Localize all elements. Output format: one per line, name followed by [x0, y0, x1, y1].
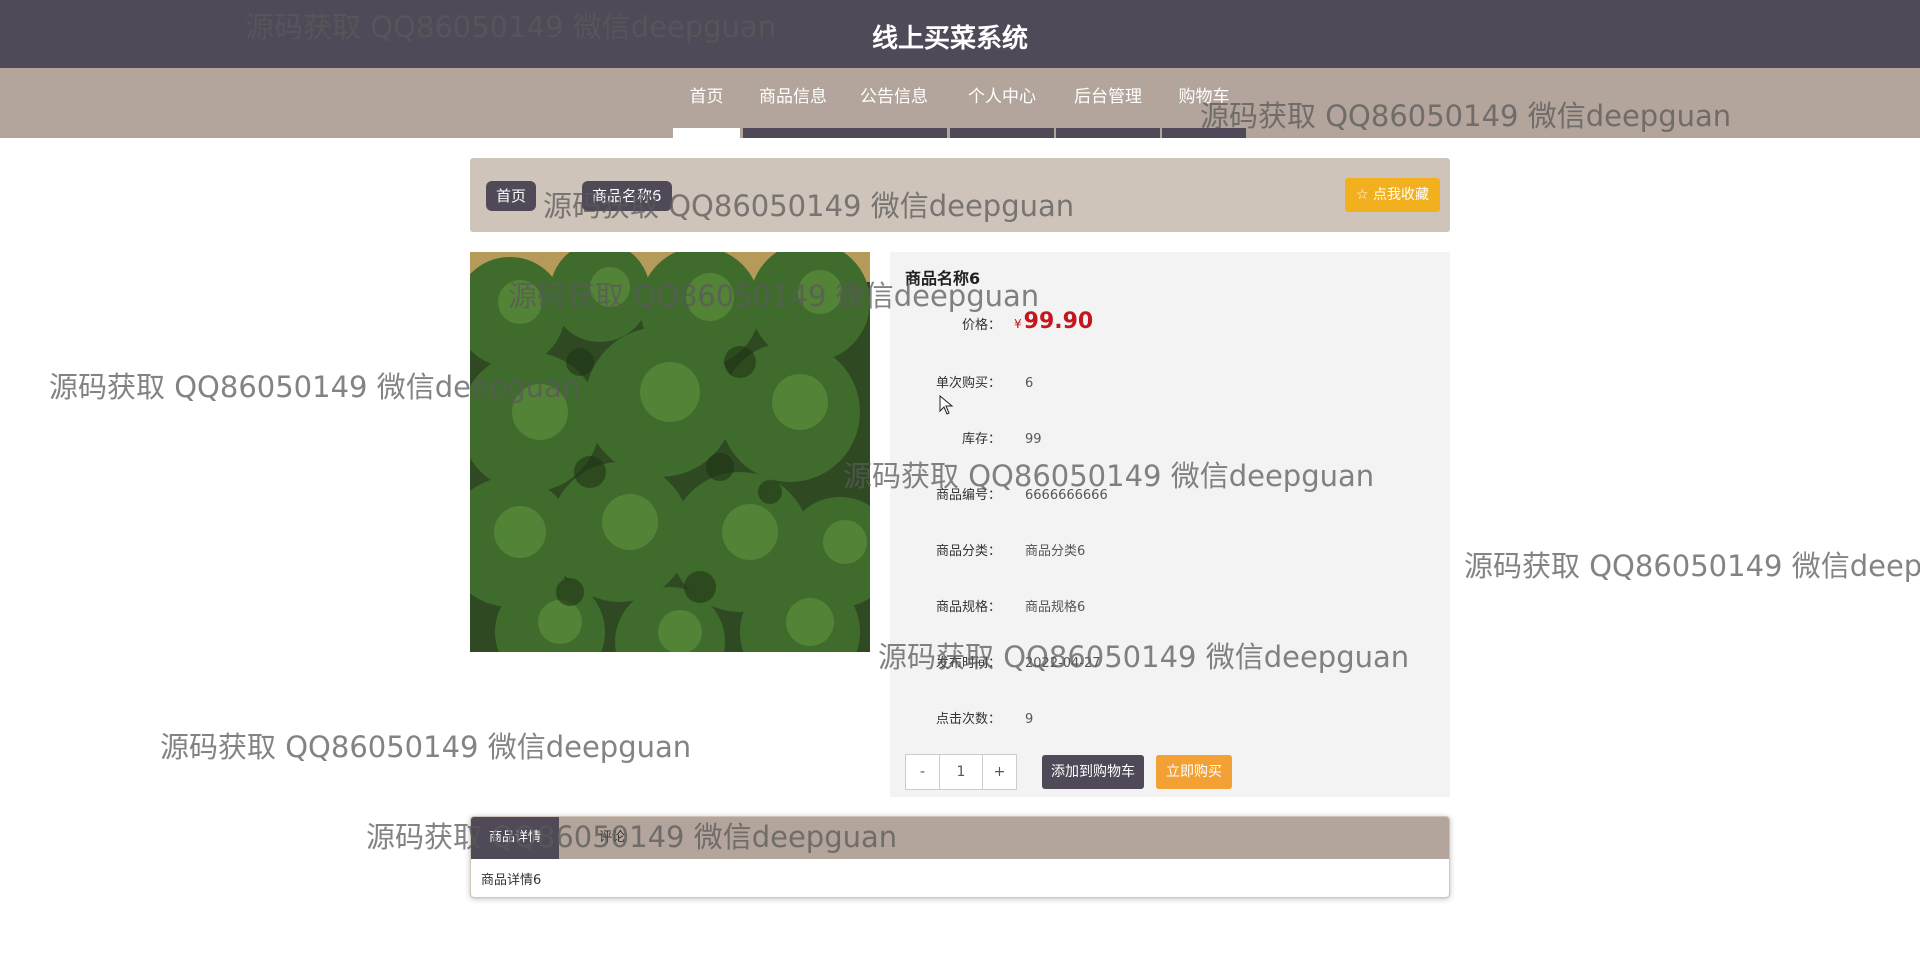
nav-item-label: 商品信息 — [759, 87, 827, 107]
site-title: 线上买菜系统 — [871, 24, 1028, 54]
breadcrumb-home[interactable]: 首页 — [486, 181, 537, 211]
watermark: 源码获取 QQ86050149 微信deepguan — [1464, 549, 1920, 583]
price-row: 价格： ¥99.90 — [890, 310, 1450, 338]
nav-item-label: 个人中心 — [968, 87, 1036, 107]
buy-now-button[interactable]: 立即购买 — [1156, 755, 1232, 789]
field-value: 6 — [1025, 376, 1034, 391]
field-label: 库存： — [961, 432, 1001, 447]
nav-item-admin[interactable]: 后台管理 — [1056, 68, 1160, 138]
field-label: 商品编号： — [935, 488, 1001, 503]
field-label: 商品分类： — [935, 544, 1001, 559]
breadcrumb: 首页 商品名称6 ☆ 点我收藏 — [470, 158, 1450, 232]
nav-indicator — [743, 128, 947, 138]
field-value: 99 — [1025, 432, 1042, 447]
mouse-cursor-icon — [939, 395, 954, 415]
product-info-panel: 商品名称6 价格： ¥99.90 单次购买： 6 库存： 99 商品编号： 66666… — [890, 252, 1450, 797]
field-label: 单次购买： — [935, 376, 1001, 391]
nav-item-products[interactable]: 商品信息 公告信息 — [743, 68, 947, 138]
product-price: ¥99.90 — [1014, 310, 1093, 336]
currency-symbol: ¥ — [1014, 317, 1022, 331]
product-name: 商品名称6 — [905, 269, 981, 288]
watermark: 源码获取 QQ86050149 微信deepguan — [160, 730, 692, 764]
nav-indicator — [950, 128, 1054, 138]
nav-item-label: 后台管理 — [1074, 87, 1142, 107]
field-label: 发布时间： — [935, 656, 1001, 671]
field-value: 2022-04-27 — [1025, 656, 1101, 671]
add-to-cart-button[interactable]: 添加到购物车 — [1042, 755, 1144, 789]
product-detail-box: 商品详情 评论 商品详情6 — [470, 816, 1450, 898]
product-image — [470, 252, 870, 652]
quantity-increase-button[interactable]: + — [983, 755, 1016, 789]
price-value: 99.90 — [1023, 309, 1094, 334]
field-row: 库存： 99 — [890, 428, 1450, 452]
top-header: 线上买菜系统 — [0, 0, 1920, 68]
tab-comments[interactable]: 评论 — [581, 817, 643, 859]
nav-indicator — [1162, 128, 1246, 138]
nav-active-indicator — [673, 128, 740, 138]
main-nav: 首页 商品信息 公告信息 个人中心 后台管理 购物车 — [0, 68, 1920, 138]
quantity-stepper: - 1 + — [905, 754, 1017, 790]
field-value: 6666666666 — [1025, 488, 1108, 503]
nav-item-label: 公告信息 — [860, 87, 928, 107]
field-row: 商品分类： 商品分类6 — [890, 540, 1450, 564]
nav-item-profile[interactable]: 个人中心 — [950, 68, 1054, 138]
nav-item-label: 购物车 — [1178, 87, 1230, 107]
favorite-button[interactable]: ☆ 点我收藏 — [1344, 178, 1440, 212]
field-row: 商品编号： 6666666666 — [890, 484, 1450, 508]
detail-tabs: 商品详情 评论 — [471, 817, 1449, 859]
field-label: 商品规格： — [935, 600, 1001, 615]
field-value: 商品分类6 — [1025, 544, 1086, 559]
nav-item-cart[interactable]: 购物车 — [1162, 68, 1246, 138]
field-row: 发布时间： 2022-04-27 — [890, 652, 1450, 676]
nav-indicator — [1056, 128, 1160, 138]
field-label: 点击次数： — [935, 712, 1001, 727]
field-value: 商品规格6 — [1025, 600, 1086, 615]
detail-content: 商品详情6 — [481, 873, 542, 888]
field-row: 点击次数： 9 — [890, 708, 1450, 732]
quantity-decrease-button[interactable]: - — [906, 755, 939, 789]
nav-item-home[interactable]: 首页 — [673, 68, 740, 138]
tab-product-detail[interactable]: 商品详情 — [471, 817, 560, 859]
nav-item-label: 首页 — [689, 87, 724, 107]
price-label: 价格： — [961, 318, 1001, 333]
quantity-input[interactable]: 1 — [939, 755, 983, 789]
broccoli-image — [470, 252, 870, 652]
field-value: 9 — [1025, 712, 1034, 727]
breadcrumb-current[interactable]: 商品名称6 — [582, 181, 672, 211]
field-row: 单次购买： 6 — [890, 372, 1450, 396]
field-row: 商品规格： 商品规格6 — [890, 596, 1450, 620]
